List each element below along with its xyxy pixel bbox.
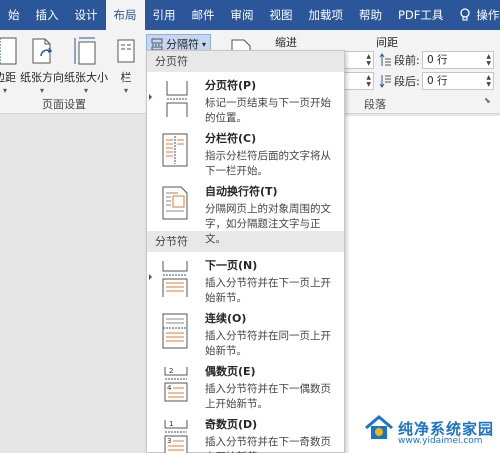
next-page-icon (153, 257, 197, 301)
menu-item-title: 奇数页(D) (205, 418, 258, 431)
menu-item-desc: 插入分节符并在下一偶数页上开始新节。 (205, 383, 331, 410)
chevron-down-icon: ▾ (202, 39, 207, 49)
tab-design[interactable]: 设计 (67, 0, 106, 30)
tab-mailings[interactable]: 邮件 (184, 0, 223, 30)
menu-item-desc: 标记一页结束与下一页开始的位置。 (205, 97, 331, 124)
menu-item-next-page[interactable]: 下一页(N) 插入分节符并在下一页上开始新节。 (147, 252, 344, 305)
menu-item-desc: 插入分节符并在下一奇数页上开始新节。 (205, 436, 331, 453)
size-button[interactable]: 纸张大小 ▾ (64, 36, 108, 95)
columns-label: 栏 (120, 71, 132, 84)
even-page-icon: 24 (153, 363, 197, 407)
tab-home[interactable]: 始 (0, 0, 28, 30)
tab-references[interactable]: 引用 (145, 0, 184, 30)
menu-item-column-break[interactable]: 分栏符(C) 指示分栏符后面的文字将从下一栏开始。 (147, 125, 344, 178)
watermark-url: www.yidaimei.com (398, 436, 483, 446)
columns-button[interactable]: 栏 ▾ (114, 36, 138, 95)
menu-item-even-page[interactable]: 24 偶数页(E) 插入分节符并在下一偶数页上开始新节。 (147, 358, 344, 411)
menu-item-odd-page[interactable]: 13 奇数页(D) 插入分节符并在下一奇数页上开始新节。 (147, 411, 344, 453)
tab-review[interactable]: 审阅 (223, 0, 262, 30)
svg-text:2: 2 (169, 367, 173, 375)
tab-help[interactable]: 帮助 (351, 0, 390, 30)
text-wrapping-icon (153, 183, 197, 227)
marker-icon (149, 94, 152, 100)
odd-page-icon: 13 (153, 416, 197, 453)
marker-icon (149, 274, 152, 280)
orientation-icon (32, 38, 53, 64)
menu-item-desc: 分隔网页上的对象周围的文字，如分隔题注文字与正文。 (205, 203, 331, 245)
column-break-icon (153, 130, 197, 174)
menu-item-title: 下一页(N) (205, 259, 258, 272)
tab-view[interactable]: 视图 (262, 0, 301, 30)
continuous-icon (153, 310, 197, 354)
chevron-down-icon: ▾ (83, 86, 88, 95)
spacing-after-value: 0 行 (427, 75, 448, 87)
menu-item-desc: 插入分节符并在下一页上开始新节。 (205, 277, 331, 304)
breaks-icon (151, 38, 163, 50)
orientation-button[interactable]: 纸张方向 ▾ (20, 36, 64, 95)
menu-item-text-wrapping[interactable]: 自动换行符(T) 分隔网页上的对象周围的文字，如分隔题注文字与正文。 (147, 178, 344, 245)
svg-text:1: 1 (169, 420, 173, 428)
tab-pdf-tools[interactable]: PDF工具 (390, 0, 451, 30)
spacing-label: 间距 (376, 36, 398, 49)
indent-right-field[interactable]: ▲ ▼ (344, 72, 374, 90)
spacing-before-icon (379, 53, 391, 66)
orientation-label: 纸张方向 (20, 71, 64, 84)
margins-icon (0, 37, 17, 65)
tell-me-box[interactable]: 操作说 (451, 0, 500, 30)
menu-item-continuous[interactable]: 连续(O) 插入分节符并在同一页上开始新节。 (147, 305, 344, 358)
menu-item-desc: 指示分栏符后面的文字将从下一栏开始。 (205, 150, 331, 177)
group-paragraph: 段落 (364, 98, 386, 111)
spacing-before-label: 段前: (394, 54, 420, 67)
svg-text:4: 4 (167, 384, 172, 392)
menu-item-title: 偶数页(E) (205, 365, 256, 378)
menu-item-title: 分页符(P) (205, 79, 257, 92)
menu-item-desc: 插入分节符并在同一页上开始新节。 (205, 330, 331, 357)
spacing-before: 段前: (378, 52, 420, 68)
spacing-after-label: 段后: (394, 75, 420, 88)
tab-layout[interactable]: 布局 (105, 0, 145, 30)
page-break-icon (153, 77, 197, 121)
indent-label: 缩进 (275, 36, 297, 49)
margins-label: 边距 (0, 71, 16, 84)
section-page-breaks: 分页符 (147, 51, 344, 72)
svg-text:3: 3 (167, 437, 171, 445)
indent-left-field[interactable]: ▲ ▼ (344, 51, 374, 69)
chevron-down-icon: ▾ (39, 86, 44, 95)
menu-item-title: 分栏符(C) (205, 132, 257, 145)
spacing-before-value: 0 行 (427, 54, 448, 66)
group-page-setup: 页面设置 (42, 98, 86, 111)
menu-item-title: 自动换行符(T) (205, 185, 278, 198)
size-icon (74, 37, 96, 65)
menu-item-page-break[interactable]: 分页符(P) 标记一页结束与下一页开始的位置。 (147, 72, 344, 125)
spacing-after-icon (379, 75, 391, 88)
spacing-after: 段后: (378, 73, 420, 89)
tell-me-label: 操作说 (476, 8, 500, 22)
breaks-menu: 分页符 分页符(P) 标记一页结束与下一页开始的位置。 分栏符(C) 指示分栏符… (146, 50, 345, 453)
house-logo-icon (365, 415, 393, 439)
tab-insert[interactable]: 插入 (28, 0, 67, 30)
spacing-before-field[interactable]: 0 行 ▲ ▼ (422, 51, 494, 69)
columns-icon (117, 39, 135, 63)
margins-button[interactable]: 边距 ▾ (0, 36, 18, 95)
spacing-after-field[interactable]: 0 行 ▲ ▼ (422, 72, 494, 90)
ribbon-tab-bar: 始 插入 设计 布局 引用 邮件 审阅 视图 加载项 帮助 PDF工具 操作说 (0, 0, 500, 30)
lightbulb-icon (460, 8, 471, 21)
size-label: 纸张大小 (64, 71, 108, 84)
document-page[interactable] (340, 116, 500, 453)
chevron-down-icon: ▾ (123, 86, 128, 95)
chevron-down-icon: ▾ (2, 86, 7, 95)
menu-item-title: 连续(O) (205, 312, 247, 325)
dialog-launcher-icon[interactable]: ⬊ (484, 96, 491, 105)
tab-addins[interactable]: 加载项 (301, 0, 352, 30)
